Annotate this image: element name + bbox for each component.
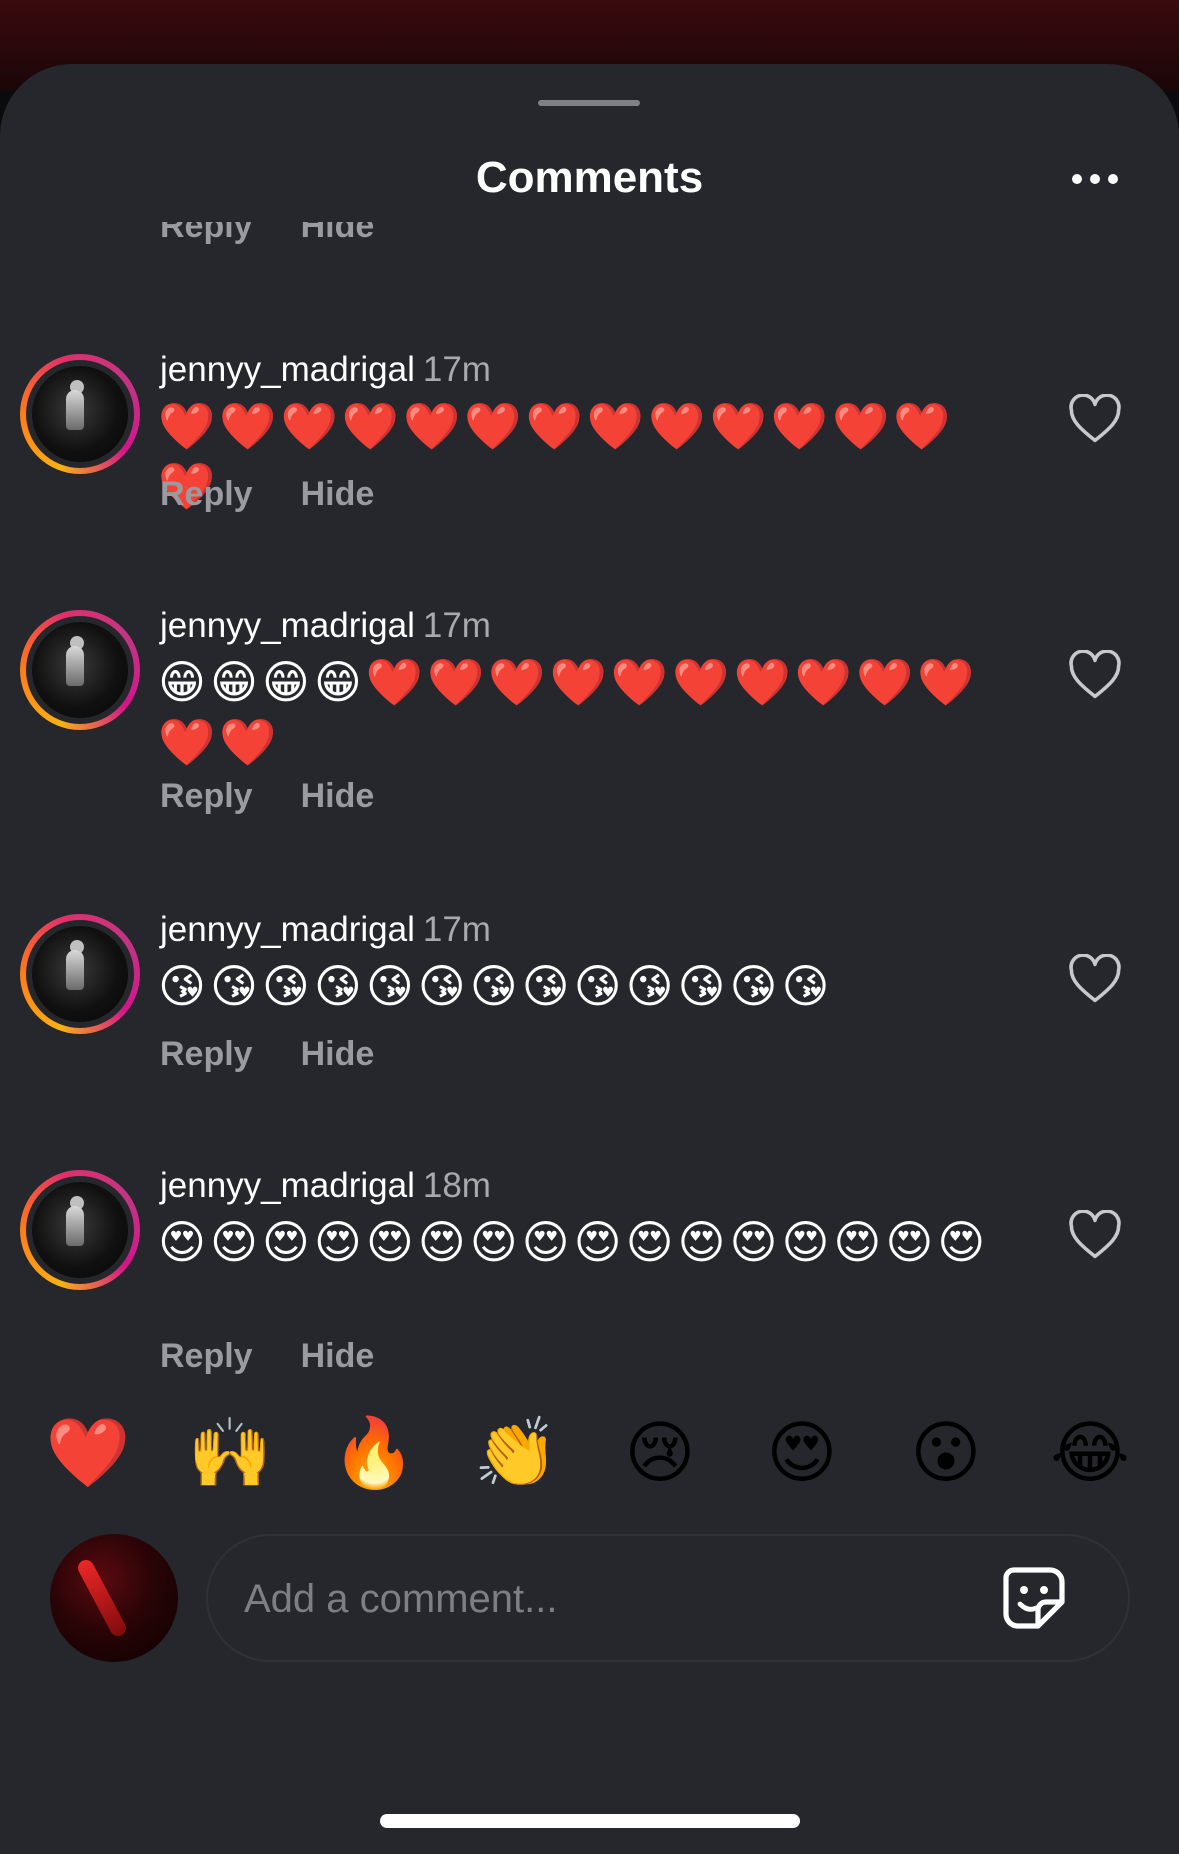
comment-username[interactable]: jennyy_madrigal [160, 606, 415, 645]
home-indicator[interactable] [380, 1814, 800, 1828]
comment-input[interactable]: Add a comment... [206, 1534, 1130, 1662]
reply-button[interactable]: Reply [160, 1334, 253, 1378]
reaction-crying[interactable]: 😢 [610, 1404, 710, 1504]
comment-username[interactable]: jennyy_madrigal [160, 350, 415, 389]
more-options-button[interactable] [1060, 154, 1130, 204]
reply-button[interactable]: Reply [160, 1032, 253, 1076]
reaction-laughing[interactable]: 😂 [1040, 1404, 1140, 1504]
avatar[interactable] [20, 610, 140, 730]
like-button[interactable] [1068, 953, 1122, 1004]
comment-time: 17m [422, 910, 491, 949]
comment-time: 17m [422, 350, 491, 389]
comment-username[interactable]: jennyy_madrigal [160, 910, 415, 949]
hide-button[interactable]: Hide [301, 222, 375, 248]
reply-button[interactable]: Reply [160, 774, 253, 818]
reaction-surprised[interactable]: 😮 [896, 1404, 996, 1504]
hide-button[interactable]: Hide [301, 774, 375, 818]
heart-outline-icon [1069, 1209, 1121, 1259]
comment-input-placeholder: Add a comment... [244, 1577, 558, 1621]
reaction-fire[interactable]: 🔥 [324, 1404, 424, 1504]
comment-time: 18m [422, 1166, 491, 1205]
hide-button[interactable]: Hide [301, 1032, 375, 1076]
avatar[interactable] [20, 1170, 140, 1290]
comment-time: 17m [422, 606, 491, 645]
comment-text: 😘😘😘😘😘😘😘😘😘😘😘😘😘 [158, 959, 834, 1013]
reaction-heart-eyes[interactable]: 😍 [752, 1404, 852, 1504]
heart-outline-icon [1069, 393, 1121, 443]
sticker-button[interactable] [998, 1562, 1070, 1634]
like-button[interactable] [1068, 1209, 1122, 1260]
previous-comment-actions: Reply Hide [160, 222, 374, 278]
avatar[interactable] [20, 354, 140, 474]
heart-outline-icon [1069, 953, 1121, 1003]
heart-outline-icon [1069, 649, 1121, 699]
reply-button[interactable]: Reply [160, 472, 253, 516]
reaction-heart[interactable]: ❤️ [38, 1404, 138, 1504]
like-button[interactable] [1068, 393, 1122, 444]
hide-button[interactable]: Hide [301, 472, 375, 516]
current-user-avatar [50, 1534, 178, 1662]
like-button[interactable] [1068, 649, 1122, 700]
comment-text: 😍😍😍😍😍😍😍😍😍😍😍😍😍😍😍😍 [158, 1215, 990, 1269]
reply-button[interactable]: Reply [160, 222, 253, 248]
comment-username[interactable]: jennyy_madrigal [160, 1166, 415, 1205]
sheet-grabber[interactable] [538, 100, 640, 106]
avatar[interactable] [20, 914, 140, 1034]
comment-text: 😁😁😁😁❤️❤️❤️❤️❤️❤️❤️❤️❤️❤️❤️❤️ [158, 655, 979, 769]
reaction-clapping[interactable]: 👏 [466, 1404, 566, 1504]
quick-reactions-bar: ❤️ 🙌 🔥 👏 😢 😍 😮 😂 [0, 1404, 1179, 1504]
hide-button[interactable]: Hide [301, 1334, 375, 1378]
more-horizontal-icon [1068, 174, 1122, 184]
page-title: Comments [475, 153, 704, 202]
sticker-icon [1003, 1567, 1065, 1629]
reaction-raising-hands[interactable]: 🙌 [180, 1404, 280, 1504]
